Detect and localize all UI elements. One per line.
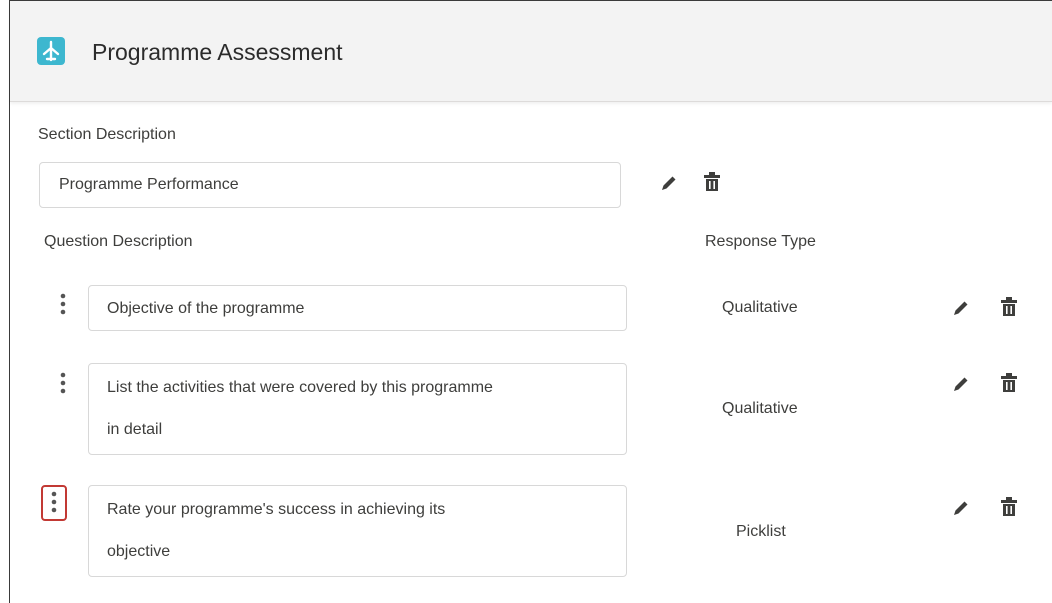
trash-icon	[704, 172, 720, 191]
pencil-icon	[954, 377, 968, 391]
response-type-value: Qualitative	[722, 400, 798, 417]
delete-question-button[interactable]	[1000, 373, 1020, 395]
edit-question-button[interactable]	[951, 374, 971, 396]
section-description-field[interactable]: Programme Performance	[39, 162, 621, 208]
question-text-line-2: objective	[107, 543, 171, 560]
pencil-icon	[954, 301, 968, 315]
pencil-icon	[954, 501, 968, 515]
question-text-line-1: Rate your programme's success in achievi…	[107, 501, 446, 518]
response-type-value: Picklist	[736, 523, 786, 540]
section-description-value: Programme Performance	[59, 176, 239, 193]
question-text: Objective of the programme	[107, 300, 305, 317]
question-description-header: Question Description	[44, 233, 193, 250]
question-field[interactable]: Objective of the programme	[88, 285, 627, 331]
delete-question-button[interactable]	[1000, 297, 1020, 319]
trash-icon	[1001, 497, 1017, 516]
edit-section-button[interactable]	[659, 173, 679, 195]
flight-icon	[37, 37, 65, 65]
page-title: Programme Assessment	[92, 39, 343, 65]
pencil-icon	[662, 176, 676, 190]
drag-dots-icon	[51, 491, 57, 513]
edit-question-button[interactable]	[951, 498, 971, 520]
trash-icon	[1001, 297, 1017, 316]
delete-section-button[interactable]	[703, 172, 723, 194]
question-text-line-2: in detail	[107, 421, 163, 438]
trash-icon	[1001, 373, 1017, 392]
drag-dots-icon	[60, 293, 66, 315]
drag-dots-icon	[60, 372, 66, 394]
question-field[interactable]: List the activities that were covered by…	[88, 363, 627, 455]
response-type-value: Qualitative	[722, 299, 798, 316]
edit-question-button[interactable]	[951, 298, 971, 320]
question-text-line-1: List the activities that were covered by…	[107, 379, 493, 396]
drag-handle[interactable]	[57, 292, 69, 318]
page-header: Programme Assessment	[10, 1, 1052, 102]
assessment-panel: Programme Assessment Section Description…	[9, 0, 1052, 603]
drag-handle-highlighted[interactable]	[41, 485, 67, 521]
drag-handle[interactable]	[57, 371, 69, 397]
question-field[interactable]: Rate your programme's success in achievi…	[88, 485, 627, 577]
delete-question-button[interactable]	[1000, 497, 1020, 519]
section-description-label: Section Description	[38, 126, 176, 143]
response-type-header: Response Type	[705, 233, 816, 250]
